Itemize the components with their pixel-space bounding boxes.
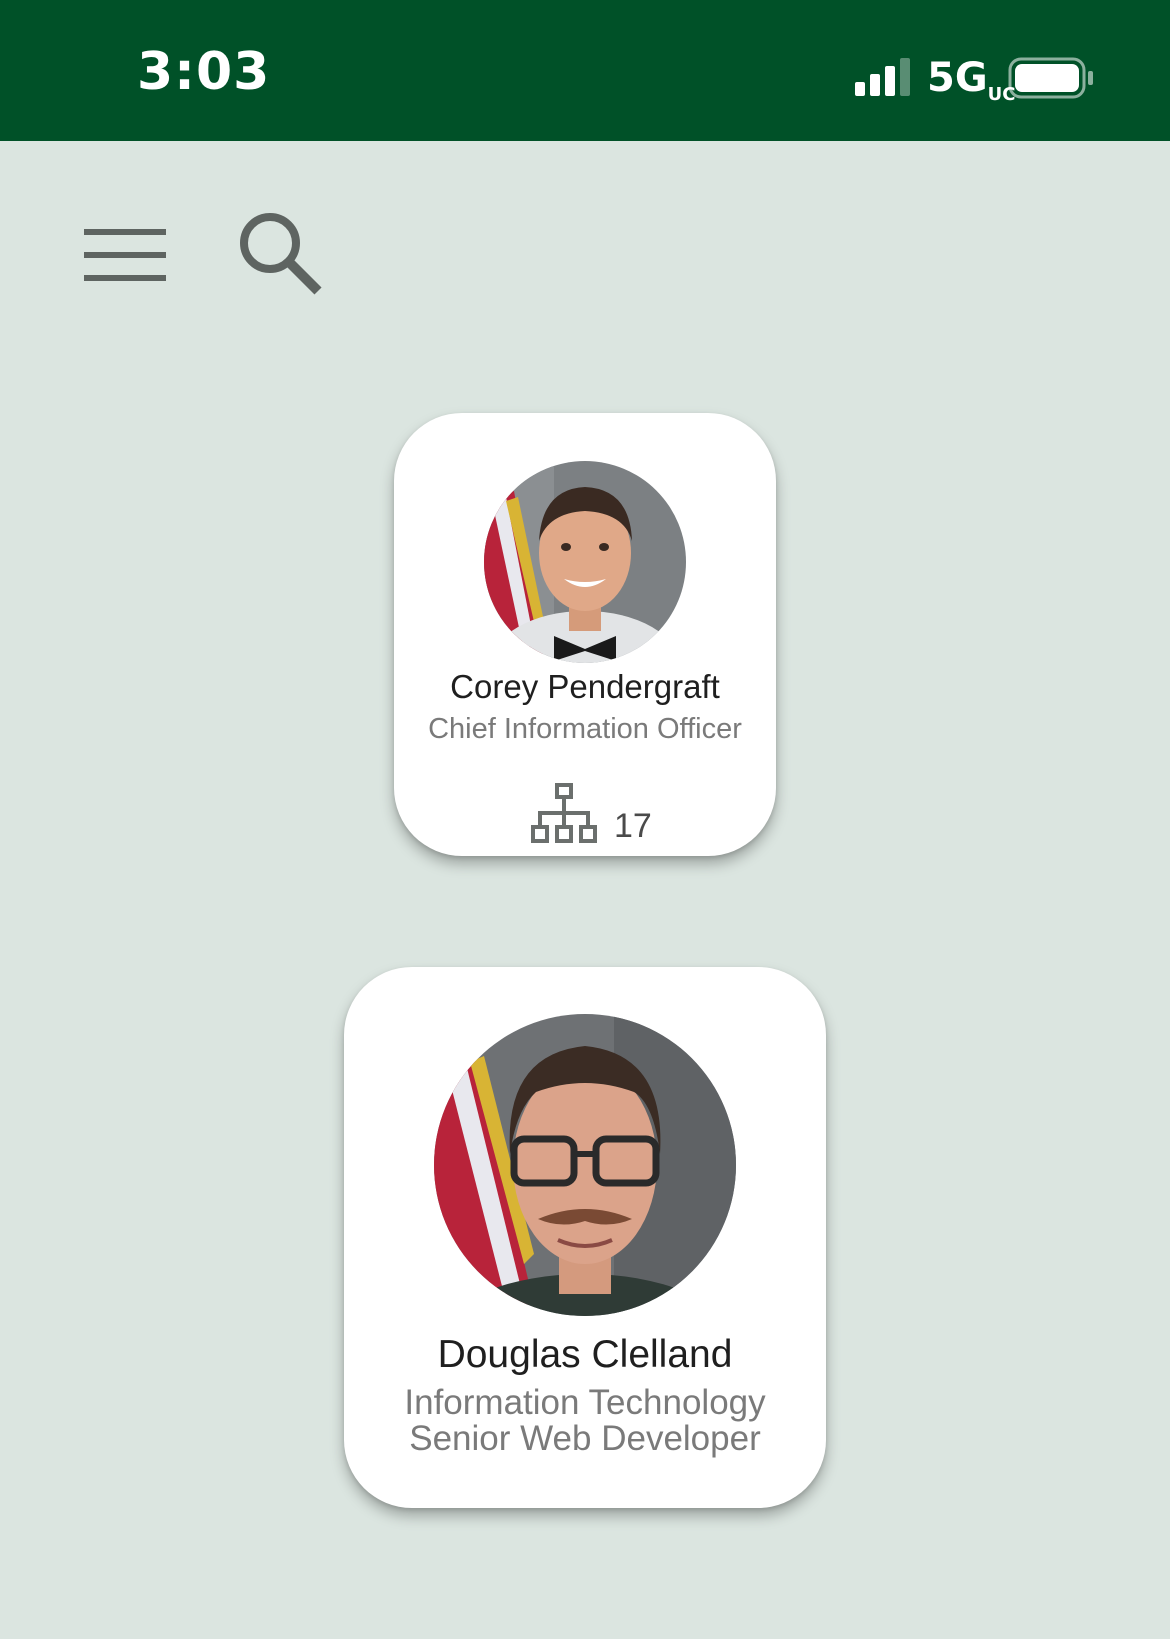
person-card-corey-pendergraft[interactable]: Corey Pendergraft Chief Information Offi… [394,413,776,856]
toolbar [0,141,1170,361]
person-name: Corey Pendergraft [450,668,720,705]
status-time: 3:03 [137,42,271,102]
battery-full-icon [1008,57,1093,99]
network-label: 5GUC [927,55,1016,105]
avatar-photo [434,1014,736,1316]
org-chart-icon [531,783,597,843]
person-title: Senior Web Developer [409,1419,761,1458]
direct-reports[interactable]: 17 [394,783,776,853]
person-title: Chief Information Officer [428,713,742,745]
signal-bars-icon [855,58,910,96]
avatar [434,1014,736,1316]
avatar-photo [484,461,686,663]
avatar [484,461,686,663]
search-icon[interactable] [236,209,324,297]
status-bar: 3:03 5GUC [0,0,1170,141]
hamburger-menu-icon[interactable] [84,225,168,285]
person-name: Douglas Clelland [437,1333,733,1376]
direct-reports-count: 17 [614,807,652,845]
person-department: Information Technology [404,1383,766,1422]
person-card-douglas-clelland[interactable]: Douglas Clelland Information Technology … [344,967,826,1508]
